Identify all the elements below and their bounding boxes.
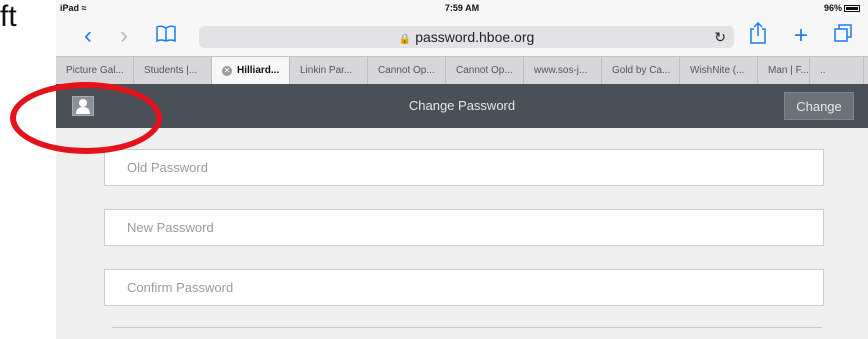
tab-bar: Picture Gal... Students |... ✕ Hilliard..… [56,56,868,84]
battery-status: 96% [824,3,860,13]
annotation-highlight-circle [10,82,162,154]
plus-icon[interactable]: + [787,22,815,50]
tab-item[interactable]: Students |... [134,57,212,84]
battery-percent: 96% [823,3,842,13]
change-button[interactable]: Change [784,92,854,120]
ipad-screen: iPad ≈ 7:59 AM 96% ‹ › 🔒 password.hboe.or… [56,0,868,339]
page-title: Change Password [408,98,516,113]
tab-item[interactable]: Man | F... [758,57,810,84]
chevron-left-icon[interactable]: ‹ [74,22,102,50]
app-header: Change Password Change [56,84,868,128]
book-icon[interactable] [152,22,180,50]
old-password-field[interactable]: Old Password [104,149,824,186]
divider [112,327,822,328]
tab-item[interactable]: .. [810,57,864,84]
tab-item[interactable]: Cannot Op... [446,57,524,84]
new-password-field[interactable]: New Password [104,209,824,246]
address-bar[interactable]: 🔒 password.hboe.org ↻ [199,26,734,48]
status-bar: iPad ≈ 7:59 AM 96% [56,0,868,18]
tab-item[interactable]: www.sos-j... [524,57,602,84]
close-tab-icon[interactable]: ✕ [222,66,232,76]
tab-item[interactable]: Cannot Op... [368,57,446,84]
status-time: 7:59 AM [444,3,480,13]
tab-item-active[interactable]: ✕ Hilliard... [212,57,290,84]
url-text: password.hboe.org [415,29,535,45]
screenshot: ft iPad ≈ 7:59 AM 96% ‹ › 🔒 password.hboe… [0,0,868,339]
share-icon[interactable] [744,21,772,50]
tab-item[interactable]: Gold by Ca... [602,57,680,84]
chevron-right-icon[interactable]: › [110,22,138,50]
lock-icon: 🔒 [398,34,412,45]
tab-item[interactable]: Linkin Par... [290,57,368,84]
tab-item[interactable]: Picture Gal... [56,57,134,84]
reload-icon[interactable]: ↻ [714,26,726,48]
browser-toolbar: ‹ › 🔒 password.hboe.org ↻ + [56,18,868,56]
battery-icon [844,5,860,12]
tabs-icon[interactable] [829,22,857,50]
annotation-caption: ft [0,0,17,33]
confirm-password-field[interactable]: Confirm Password [104,269,824,306]
tab-item[interactable]: WishNite (... [680,57,758,84]
